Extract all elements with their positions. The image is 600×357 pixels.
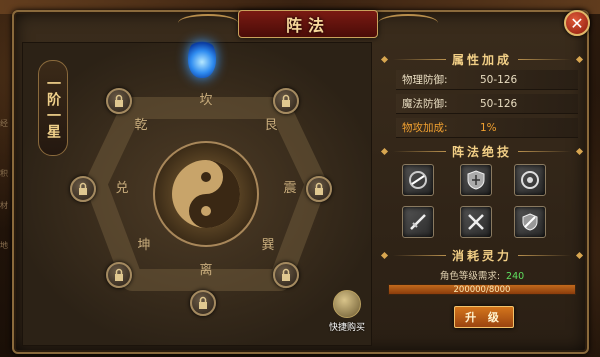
lock-icon bbox=[315, 182, 323, 195]
diamond-ornament bbox=[380, 55, 389, 63]
trigram-w: 兑 bbox=[115, 181, 128, 196]
stat-label: 物攻加成: bbox=[402, 122, 448, 134]
close-button[interactable]: ✕ bbox=[564, 10, 590, 36]
lock-icon bbox=[115, 94, 123, 107]
attributes-title: 属性加成 bbox=[452, 52, 513, 67]
lock-icon bbox=[79, 182, 87, 195]
formation-slot-lock[interactable] bbox=[273, 262, 299, 288]
bag-icon bbox=[333, 290, 361, 318]
formation-slot-lock[interactable] bbox=[306, 176, 332, 202]
skills-title: 阵法绝技 bbox=[452, 144, 513, 159]
upgrade-button[interactable]: 升 级 bbox=[454, 306, 514, 328]
quick-buy-button[interactable]: 快捷购买 bbox=[324, 290, 370, 336]
divider-line bbox=[393, 254, 446, 256]
shield-sword-skill-icon bbox=[522, 213, 538, 231]
stat-row-magic-defense: 魔法防御: 50-126 bbox=[396, 94, 578, 114]
lock-icon bbox=[115, 268, 123, 281]
title-ornament-right bbox=[378, 14, 438, 32]
divider-line bbox=[518, 58, 572, 60]
edge-label: 经 bbox=[0, 119, 8, 128]
quick-buy-label: 快捷购买 bbox=[328, 323, 365, 333]
stat-label: 魔法防御: bbox=[402, 98, 448, 110]
panel-title-bar: 阵法 bbox=[238, 10, 378, 38]
diamond-ornament bbox=[380, 147, 389, 155]
level-requirement-label: 角色等级需求: bbox=[439, 271, 501, 282]
formation-slot-lock[interactable] bbox=[106, 262, 132, 288]
formation-slot-lock[interactable] bbox=[106, 88, 132, 114]
edge-label: 地 bbox=[0, 241, 8, 250]
level-requirement: 角色等级需求: 240 bbox=[382, 268, 582, 282]
cost-heading: 消耗灵力 bbox=[380, 246, 584, 264]
attributes-heading: 属性加成 bbox=[380, 50, 584, 68]
skill-slot[interactable] bbox=[514, 206, 546, 238]
diamond-ornament bbox=[575, 55, 584, 63]
skill-slot[interactable] bbox=[514, 164, 546, 196]
trigram-e: 震 bbox=[283, 181, 296, 196]
yinyang-icon bbox=[172, 160, 240, 228]
trigram-s: 离 bbox=[199, 262, 212, 278]
target-skill-icon bbox=[521, 171, 539, 189]
panel-title: 阵法 bbox=[285, 16, 330, 35]
divider-line bbox=[518, 254, 572, 256]
title-ornament-left bbox=[178, 14, 238, 32]
close-icon: ✕ bbox=[570, 13, 584, 33]
level-requirement-value: 240 bbox=[506, 271, 525, 282]
crossed-swords-skill-icon bbox=[468, 214, 484, 230]
stat-row-attack-bonus: 物攻加成: 1% bbox=[396, 118, 578, 138]
skill-slot[interactable] bbox=[460, 206, 492, 238]
skill-slot[interactable] bbox=[402, 164, 434, 196]
spirit-progress-text: 200000/8000 bbox=[453, 285, 511, 295]
divider-line bbox=[393, 150, 446, 152]
formation-core-flame bbox=[188, 38, 216, 78]
formation-slot-lock[interactable] bbox=[70, 176, 96, 202]
skill-slot[interactable] bbox=[460, 164, 492, 196]
edge-label: 积 bbox=[0, 169, 8, 178]
info-panel: 属性加成 物理防御: 50-126 魔法防御: 50-126 物攻加成: 1% … bbox=[380, 42, 584, 346]
skill-slot[interactable] bbox=[402, 206, 434, 238]
trigram-nw: 乾 bbox=[134, 118, 147, 133]
formation-slot-lock[interactable] bbox=[273, 88, 299, 114]
stat-value: 1% bbox=[480, 121, 497, 134]
diamond-ornament bbox=[380, 251, 389, 259]
trigram-n: 坎 bbox=[199, 93, 212, 108]
trigram-ne: 艮 bbox=[264, 118, 277, 133]
skills-heading: 阵法绝技 bbox=[380, 142, 584, 160]
shield-skill-icon bbox=[467, 170, 485, 190]
formation-slot-lock[interactable] bbox=[190, 290, 216, 316]
divider-line bbox=[393, 58, 446, 60]
lock-icon bbox=[282, 268, 290, 281]
trigram-se: 巽 bbox=[261, 238, 274, 253]
whirlwind-skill-icon bbox=[409, 171, 427, 189]
stat-value: 50-126 bbox=[480, 97, 518, 110]
edge-label: 材 bbox=[0, 201, 8, 210]
stat-row-physical-defense: 物理防御: 50-126 bbox=[396, 70, 578, 90]
diamond-ornament bbox=[575, 147, 584, 155]
sword-strike-skill-icon bbox=[410, 214, 426, 230]
divider-line bbox=[518, 150, 572, 152]
spirit-progress-bar: 200000/8000 bbox=[388, 284, 576, 295]
stat-label: 物理防御: bbox=[402, 74, 448, 86]
stat-value: 50-126 bbox=[480, 73, 518, 86]
cost-title: 消耗灵力 bbox=[452, 248, 513, 263]
trigram-sw: 坤 bbox=[137, 238, 150, 253]
lock-icon bbox=[199, 296, 207, 309]
diamond-ornament bbox=[575, 251, 584, 259]
lock-icon bbox=[282, 94, 290, 107]
